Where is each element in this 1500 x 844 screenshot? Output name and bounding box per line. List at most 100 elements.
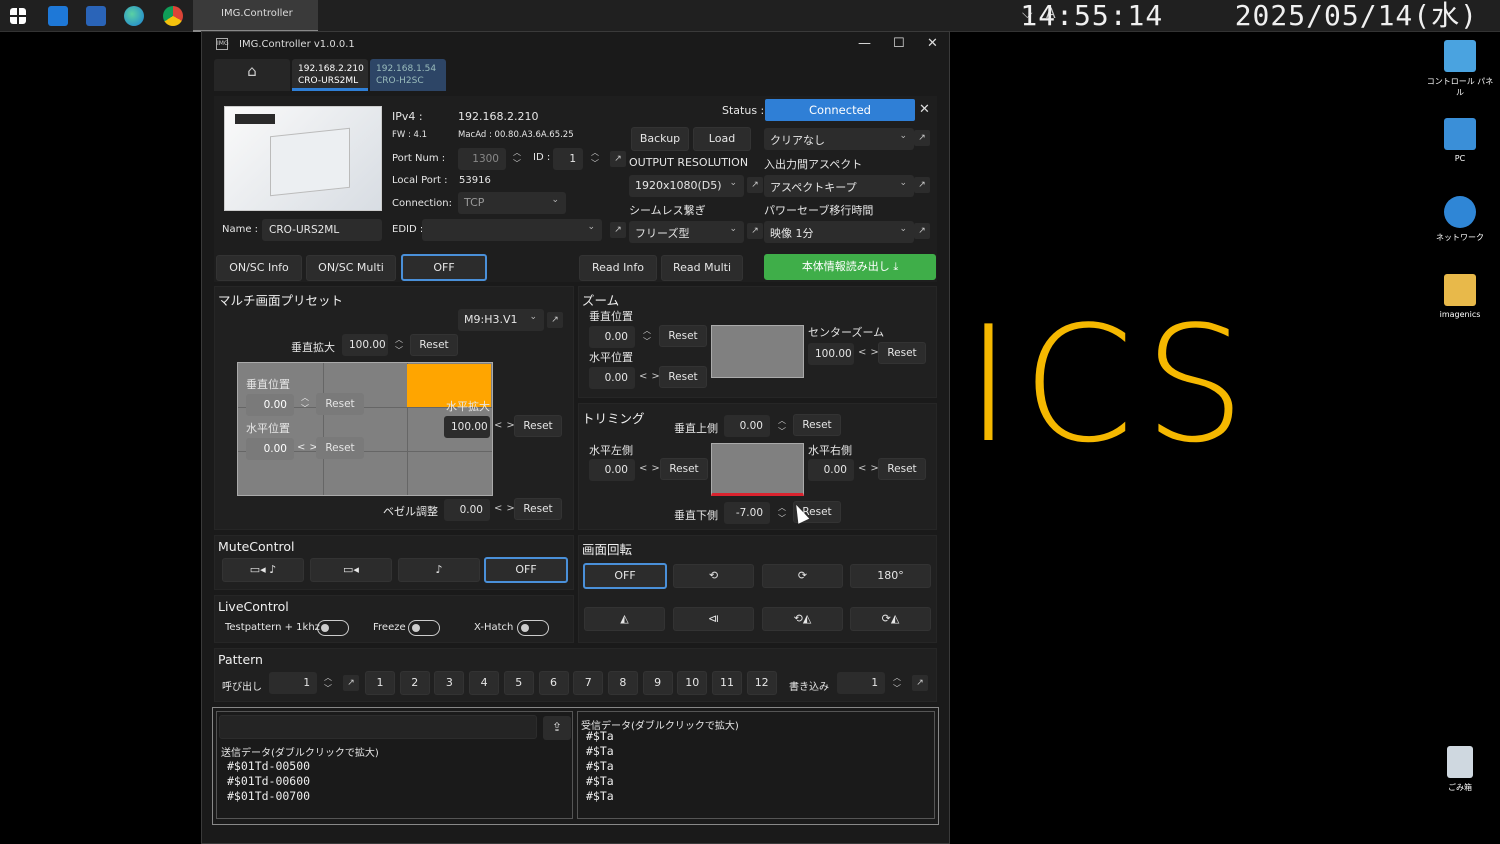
pattern-button-2[interactable]: 2 [399, 671, 430, 695]
trim-bottom-input[interactable]: -7.00 [724, 502, 770, 524]
pattern-write-input[interactable]: 1 [837, 672, 885, 694]
desktop-icon-control-panel[interactable]: コントロール パネル [1425, 40, 1495, 98]
multi-vpos-spinner[interactable]: ︿ ﹀ [298, 392, 312, 414]
pattern-button-9[interactable]: 9 [642, 671, 673, 695]
desktop-icon-pc[interactable]: PC [1425, 118, 1495, 163]
send-input[interactable] [219, 715, 537, 739]
flip-vertical-button[interactable]: ⧏ [673, 607, 754, 631]
seamless-apply-icon[interactable]: ↗ [747, 223, 763, 239]
connection-select[interactable]: TCP ⌄ [458, 192, 566, 214]
trim-right-reset-button[interactable]: Reset [878, 458, 926, 480]
powersave-select[interactable]: 映像 1分 ⌄ [764, 221, 914, 243]
pattern-button-6[interactable]: 6 [538, 671, 569, 695]
center-zoom-reset-button[interactable]: Reset [878, 342, 926, 364]
pattern-button-5[interactable]: 5 [503, 671, 534, 695]
rotate-off-button[interactable]: OFF [583, 563, 667, 589]
onsc-multi-button[interactable]: ON/SC Multi [306, 255, 396, 281]
bezel-input[interactable]: 0.00 [444, 499, 490, 521]
bezel-reset-button[interactable]: Reset [514, 498, 562, 520]
multi-hpos-input[interactable]: 0.00 [246, 438, 294, 460]
rotate-cw-button[interactable]: ⟳ [762, 564, 843, 588]
multi-preset-select[interactable]: M9:H3.V1 ⌄ [458, 309, 544, 331]
windows-start-icon[interactable] [10, 8, 26, 24]
aspect-apply-icon[interactable]: ↗ [914, 177, 930, 193]
mute-off-button[interactable]: OFF [484, 557, 568, 583]
pattern-recall-apply-icon[interactable]: ↗ [343, 675, 359, 691]
onsc-info-button[interactable]: ON/SC Info [216, 255, 302, 281]
pattern-button-4[interactable]: 4 [469, 671, 500, 695]
pattern-button-8[interactable]: 8 [607, 671, 638, 695]
tab-home[interactable]: ⌂ [214, 59, 290, 91]
output-res-apply-icon[interactable]: ↗ [747, 177, 763, 193]
port-input[interactable]: 1300 [458, 148, 506, 170]
trim-top-input[interactable]: 0.00 [724, 415, 770, 437]
powersave-apply-icon[interactable]: ↗ [914, 223, 930, 239]
output-res-select[interactable]: 1920x1080(D5) ⌄ [629, 175, 744, 197]
multi-vzoom-spinner[interactable]: ︿ ﹀ [392, 334, 406, 356]
pattern-button-1[interactable]: 1 [365, 671, 395, 695]
send-log[interactable]: ⇪ 送信データ(ダブルクリックで拡大) #$01Td-00500 #$01Td-0… [216, 711, 573, 819]
trim-left-input[interactable]: 0.00 [589, 459, 635, 481]
trim-bottom-spinner[interactable]: ︿ ﹀ [775, 502, 789, 524]
maximize-button[interactable]: ☐ [893, 36, 905, 51]
zoom-vpos-reset-button[interactable]: Reset [659, 325, 707, 347]
port-spinner[interactable]: ︿ ﹀ [510, 147, 524, 169]
recv-log[interactable]: 受信データ(ダブルクリックで拡大) #$Ta #$Ta #$Ta #$Ta #$Ta [577, 711, 935, 819]
multi-vpos-reset-button[interactable]: Reset [316, 393, 364, 415]
id-spinner[interactable]: ︿ ﹀ [588, 147, 602, 169]
rotate-ccw-button[interactable]: ⟲ [673, 564, 754, 588]
pattern-write-spinner[interactable]: ︿ ﹀ [890, 672, 904, 694]
read-multi-button[interactable]: Read Multi [661, 255, 743, 281]
tab-device-1[interactable]: 192.168.2.210 CRO-URS2ML [292, 59, 368, 91]
multi-preset-apply-icon[interactable]: ↗ [547, 312, 563, 328]
name-input[interactable]: CRO-URS2ML [262, 219, 382, 241]
aspect-select[interactable]: アスペクトキープ ⌄ [764, 175, 914, 197]
read-info-button[interactable]: Read Info [579, 255, 657, 281]
id-input[interactable]: 1 [553, 148, 583, 170]
mute-video-button[interactable]: ▭◂ [310, 558, 392, 582]
freeze-toggle[interactable] [408, 620, 440, 636]
multi-vpos-input[interactable]: 0.00 [246, 394, 294, 416]
rotate-cw-flip-button[interactable]: ⟳◭ [850, 607, 931, 631]
clear-select[interactable]: クリアなし ⌄ [764, 128, 914, 150]
multi-hzoom-input[interactable]: 100.00 [444, 416, 490, 438]
onsc-off-button[interactable]: OFF [401, 254, 487, 281]
pattern-button-10[interactable]: 10 [677, 671, 708, 695]
close-button[interactable]: ✕ [927, 36, 938, 51]
trim-top-reset-button[interactable]: Reset [793, 414, 841, 436]
multi-hpos-reset-button[interactable]: Reset [316, 437, 364, 459]
minimize-button[interactable]: — [858, 36, 871, 51]
pattern-button-3[interactable]: 3 [434, 671, 465, 695]
rotate-180-button[interactable]: 180° [850, 564, 931, 588]
edid-apply-icon[interactable]: ↗ [610, 222, 626, 238]
multi-hzoom-reset-button[interactable]: Reset [514, 415, 562, 437]
mute-audio-button[interactable]: ♪ [398, 558, 480, 582]
xhatch-toggle[interactable] [517, 620, 549, 636]
clear-apply-icon[interactable]: ↗ [914, 130, 930, 146]
tab-device-2[interactable]: 192.168.1.54 CRO-H2SC [370, 59, 446, 91]
mute-video-audio-button[interactable]: ▭◂ ♪ [222, 558, 304, 582]
id-apply-icon[interactable]: ↗ [610, 151, 626, 167]
pattern-recall-spinner[interactable]: ︿ ﹀ [321, 672, 335, 694]
clock[interactable]: 14:55:14 2025/05/14(水) [1020, 0, 1478, 32]
center-zoom-input[interactable]: 100.00 [808, 343, 854, 365]
pattern-recall-input[interactable]: 1 [269, 672, 317, 694]
flip-horizontal-button[interactable]: ◭ [584, 607, 665, 631]
pattern-button-12[interactable]: 12 [746, 671, 777, 695]
rotate-ccw-flip-button[interactable]: ⟲◭ [762, 607, 843, 631]
send-upload-icon[interactable]: ⇪ [543, 716, 571, 740]
app-icon-blue[interactable] [48, 6, 68, 26]
zoom-hpos-reset-button[interactable]: Reset [659, 366, 707, 388]
edge-browser-icon[interactable] [124, 6, 144, 26]
seamless-select[interactable]: フリーズ型 ⌄ [629, 221, 744, 243]
desktop-icon-network[interactable]: ネットワーク [1425, 196, 1495, 243]
zoom-vpos-input[interactable]: 0.00 [589, 326, 635, 348]
edid-select[interactable]: ⌄ [422, 219, 602, 241]
pattern-button-11[interactable]: 11 [712, 671, 742, 695]
multi-vzoom-input[interactable]: 100.00 [342, 334, 388, 356]
title-bar[interactable]: IMG IMG.Controller v1.0.0.1 — ☐ ✕ [202, 32, 949, 58]
trim-right-input[interactable]: 0.00 [808, 459, 854, 481]
download-app-icon[interactable] [86, 6, 106, 26]
read-body-info-button[interactable]: 本体情報読み出し ⤓ [764, 254, 936, 280]
zoom-vpos-spinner[interactable]: ︿ ﹀ [640, 325, 654, 347]
